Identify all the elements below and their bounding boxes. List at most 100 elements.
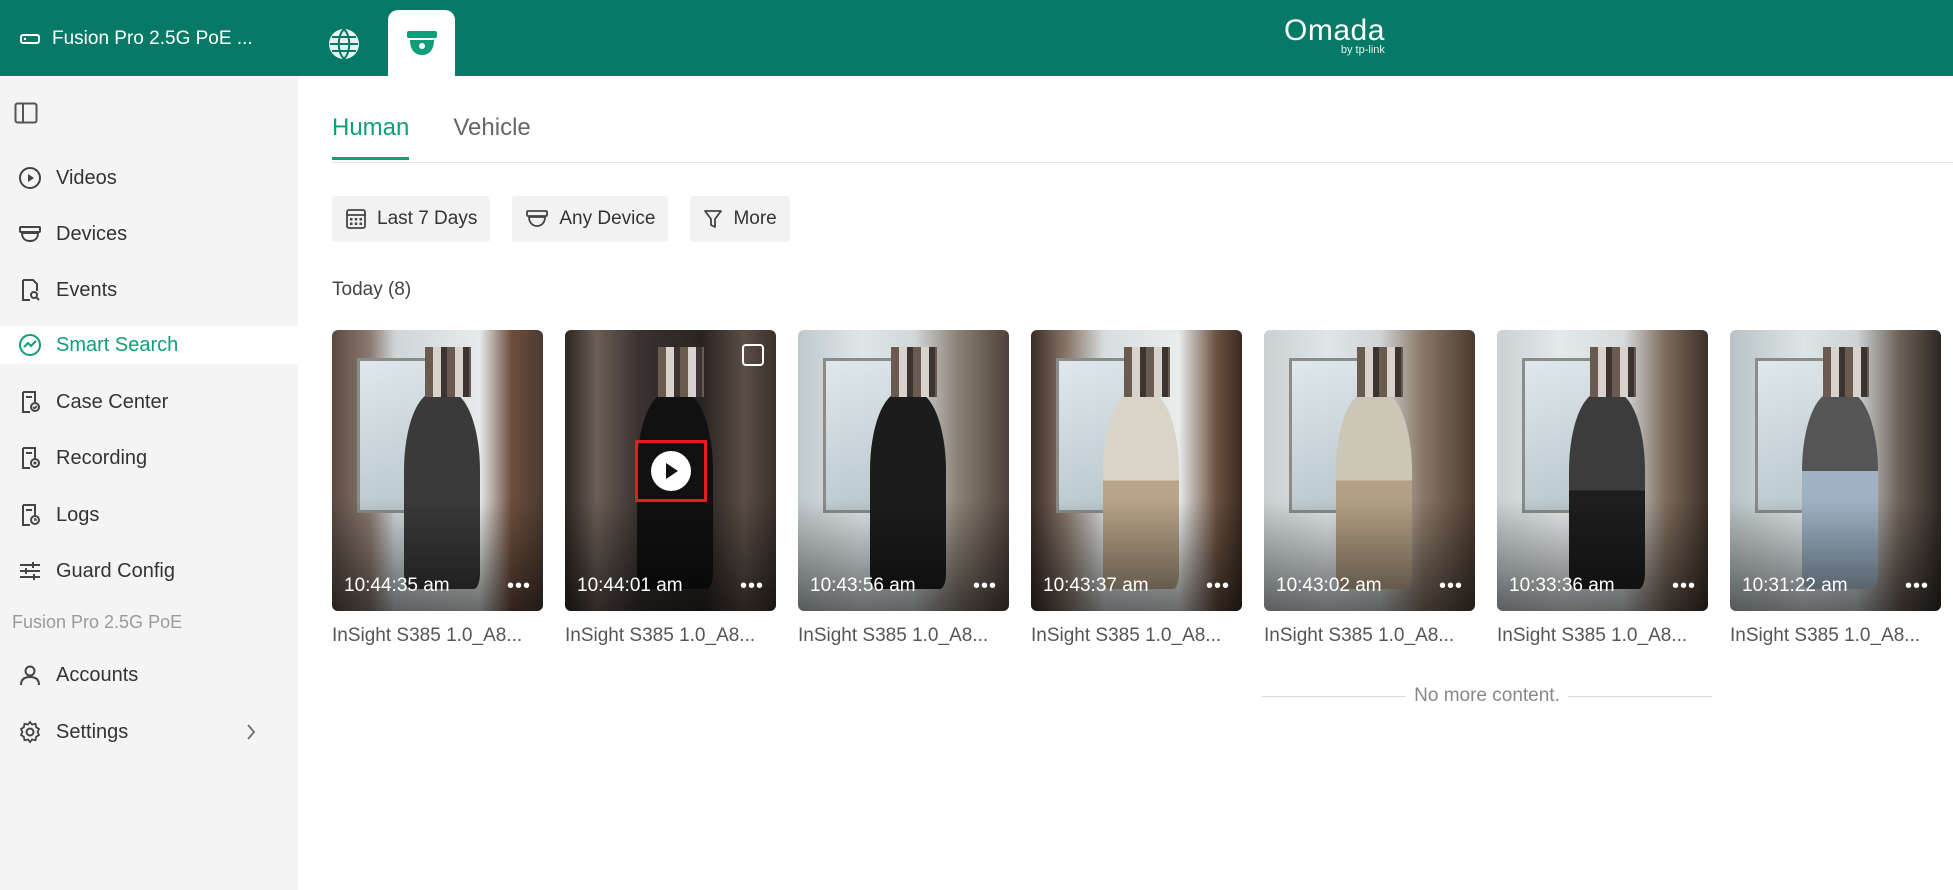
device-name: InSight S385 1.0_A8... [1031, 625, 1222, 646]
result-cards: 10:44:35 am ••• InSight S385 1.0_A8... 1… [332, 330, 1953, 647]
day-group-label: Today (8) [332, 279, 411, 301]
dome-camera-icon [406, 31, 437, 55]
clip-time: 10:43:56 am [810, 575, 916, 596]
day-label: Today [332, 279, 383, 300]
site-selector[interactable]: Fusion Pro 2.5G PoE ... [20, 22, 253, 56]
sidebar-item-label: Settings [56, 720, 129, 743]
sidebar-item-label: Smart Search [56, 333, 179, 356]
site-name: Fusion Pro 2.5G PoE ... [52, 28, 253, 49]
sidebar-item-guard-config[interactable]: Guard Config [0, 552, 298, 590]
camera-icon [19, 226, 41, 243]
user-icon [20, 665, 40, 686]
global-view-button[interactable] [318, 18, 370, 70]
sidebar-item-label: Videos [56, 166, 117, 189]
filter-icon [704, 210, 723, 228]
sidebar-item-settings[interactable]: Settings [0, 713, 298, 751]
sidebar-item-devices[interactable]: Devices [0, 215, 298, 253]
tab-bar: Human Vehicle [332, 114, 575, 160]
calendar-icon [346, 209, 366, 229]
sidebar-toggle-icon [14, 102, 38, 124]
thumbnail-blurred-face [657, 346, 705, 398]
thumbnail-blurred-face [1822, 346, 1870, 398]
sidebar-item-accounts[interactable]: Accounts [0, 656, 298, 694]
main-content: Human Vehicle Last 7 Days Any Device Mor… [298, 76, 1953, 890]
result-thumbnail[interactable]: 10:44:01 am ••• [565, 330, 776, 611]
clip-time: 10:43:02 am [1276, 575, 1382, 596]
recording-icon [22, 447, 40, 469]
device-name: InSight S385 1.0_A8... [798, 625, 989, 646]
more-options-icon[interactable]: ••• [740, 576, 764, 596]
thumbnail-blurred-face [890, 346, 938, 398]
play-button[interactable] [651, 451, 691, 491]
filter-label: Last 7 Days [377, 208, 478, 229]
result-thumbnail[interactable]: 10:31:22 am ••• [1730, 330, 1941, 611]
camera-icon [526, 210, 549, 227]
sidebar-collapse-button[interactable] [14, 102, 40, 128]
logo-sub: by tp-link [1340, 44, 1385, 56]
sidebar-item-recording[interactable]: Recording [0, 439, 298, 477]
thumbnail-blurred-face [1589, 346, 1637, 398]
sidebar-item-videos[interactable]: Videos [0, 159, 298, 197]
case-icon [22, 391, 40, 413]
play-icon [666, 463, 678, 479]
result-thumbnail[interactable]: 10:43:02 am ••• [1264, 330, 1475, 611]
tab-human[interactable]: Human [332, 114, 410, 160]
thumbnail-blurred-face [1123, 346, 1171, 398]
device-name: InSight S385 1.0_A8... [1730, 625, 1921, 646]
tab-divider [332, 162, 1953, 163]
sidebar: Videos Devices Events Smart Search Case … [0, 76, 298, 890]
filter-label: Any Device [559, 208, 656, 229]
more-filter[interactable]: More [690, 196, 790, 242]
chevron-right-icon [247, 724, 256, 740]
clip-time: 10:31:22 am [1742, 575, 1848, 596]
result-thumbnail[interactable]: 10:43:37 am ••• [1031, 330, 1242, 611]
result-card[interactable]: 10:43:56 am ••• InSight S385 1.0_A8... [798, 330, 1009, 647]
device-name: InSight S385 1.0_A8... [332, 625, 523, 646]
result-thumbnail[interactable]: 10:43:56 am ••• [798, 330, 1009, 611]
sidebar-item-label: Devices [56, 222, 128, 245]
result-card[interactable]: 10:43:37 am ••• InSight S385 1.0_A8... [1031, 330, 1242, 647]
smart-search-icon [19, 334, 41, 356]
clip-time: 10:43:37 am [1043, 575, 1149, 596]
more-options-icon[interactable]: ••• [507, 576, 531, 596]
surveillance-tab[interactable] [388, 10, 455, 76]
sidebar-item-label: Accounts [56, 663, 139, 686]
play-button-highlight[interactable] [635, 440, 707, 502]
clip-time: 10:44:35 am [344, 575, 450, 596]
more-options-icon[interactable]: ••• [1439, 576, 1463, 596]
event-search-icon [22, 279, 40, 301]
clip-time: 10:44:01 am [577, 575, 683, 596]
result-card[interactable]: 10:33:36 am ••• InSight S385 1.0_A8... [1497, 330, 1708, 647]
divider-left [1262, 695, 1407, 697]
sidebar-item-logs[interactable]: Logs [0, 496, 298, 534]
result-card[interactable]: 10:44:01 am ••• InSight S385 1.0_A8... [565, 330, 776, 647]
device-name: InSight S385 1.0_A8... [1264, 625, 1455, 646]
more-options-icon[interactable]: ••• [1905, 576, 1929, 596]
omada-logo: Omada by tp-link [1284, 16, 1385, 57]
sidebar-item-label: Recording [56, 446, 148, 469]
result-card[interactable]: 10:43:02 am ••• InSight S385 1.0_A8... [1264, 330, 1475, 647]
result-thumbnail[interactable]: 10:44:35 am ••• [332, 330, 543, 611]
thumbnail-blurred-face [424, 346, 472, 398]
sidebar-item-smart-search[interactable]: Smart Search [0, 326, 298, 364]
result-thumbnail[interactable]: 10:33:36 am ••• [1497, 330, 1708, 611]
date-range-filter[interactable]: Last 7 Days [332, 196, 491, 242]
device-filter[interactable]: Any Device [512, 196, 669, 242]
gateway-icon [20, 34, 40, 44]
sidebar-item-label: Events [56, 278, 118, 301]
select-checkbox[interactable] [742, 344, 764, 366]
globe-icon [329, 28, 359, 60]
no-more-text: No more content. [1414, 685, 1560, 706]
more-options-icon[interactable]: ••• [1206, 576, 1230, 596]
more-options-icon[interactable]: ••• [973, 576, 997, 596]
sidebar-item-case-center[interactable]: Case Center [0, 383, 298, 421]
result-card[interactable]: 10:31:22 am ••• InSight S385 1.0_A8... [1730, 330, 1941, 647]
more-options-icon[interactable]: ••• [1672, 576, 1696, 596]
sidebar-item-events[interactable]: Events [0, 271, 298, 309]
sidebar-item-label: Case Center [56, 390, 169, 413]
filter-label: More [733, 208, 777, 229]
tab-vehicle[interactable]: Vehicle [453, 114, 530, 160]
day-count: (8) [387, 279, 412, 300]
result-card[interactable]: 10:44:35 am ••• InSight S385 1.0_A8... [332, 330, 543, 647]
no-more-content: No more content. [1262, 684, 1712, 708]
